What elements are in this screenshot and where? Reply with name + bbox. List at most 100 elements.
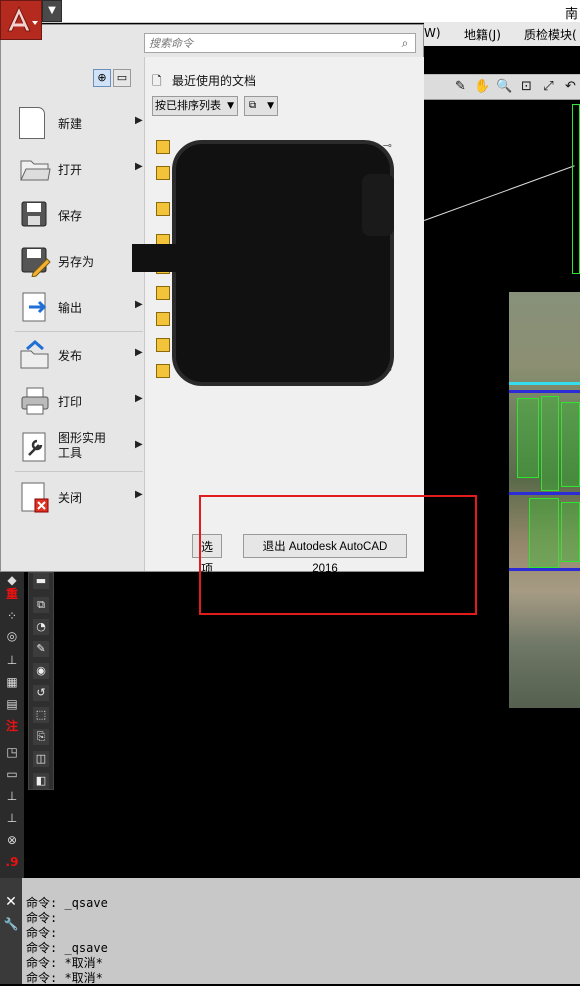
palette-label[interactable]: 重: [3, 586, 21, 602]
menu-item-publish[interactable]: 发布 ▶: [15, 333, 143, 377]
zoom-realtime-icon[interactable]: 🔍: [496, 78, 513, 95]
dwg-file-icon: [156, 140, 170, 154]
menu-bar: W) 地籍(J) 质检模块(: [424, 22, 580, 46]
parcel-outline: [541, 396, 559, 491]
menu-command-list: 新建 ▶ 打开 ▶ 保存 另存为 ▶ 输出: [3, 65, 143, 571]
boundary-line: [509, 492, 580, 495]
redaction-scribble: [132, 244, 182, 272]
quick-access-dropdown[interactable]: ▼: [42, 0, 62, 22]
menu-item-save-as[interactable]: 另存为 ▶: [15, 239, 143, 283]
aerial-image: [509, 292, 580, 708]
arc-tool-icon[interactable]: ↺: [33, 685, 49, 701]
palette-label[interactable]: 注: [3, 718, 21, 734]
chevron-right-icon: ▶: [135, 347, 143, 358]
ruler-tool-icon[interactable]: ⊥: [3, 810, 21, 826]
boundary-line: [509, 568, 580, 571]
parcel-outline: [517, 398, 539, 478]
menu-item-drawing-utilities[interactable]: 图形实用 工具 ▶: [15, 425, 143, 469]
sort-order-dropdown[interactable]: 按已排序列表 ▼: [152, 96, 238, 116]
snap-tool-icon[interactable]: ⁘: [3, 608, 21, 624]
erase-tool-icon[interactable]: ◧: [33, 773, 49, 789]
pencil-tool-icon[interactable]: ✎: [33, 641, 49, 657]
road-line: [509, 382, 580, 385]
menu-item-save[interactable]: 保存: [15, 193, 143, 237]
application-button[interactable]: [0, 0, 42, 40]
chevron-right-icon: ▶: [135, 439, 143, 450]
menu-divider: [15, 331, 143, 332]
scale-tool-icon[interactable]: ◫: [33, 751, 49, 767]
drawing-utilities-icon: [19, 431, 51, 463]
palette-label[interactable]: .9: [3, 854, 21, 870]
rectangle-tool-icon[interactable]: ▭: [3, 766, 21, 782]
new-document-icon: [19, 107, 51, 139]
zoom-window-icon[interactable]: ⊡: [518, 78, 535, 95]
layer-tool-icon[interactable]: ⧉: [33, 597, 49, 613]
chevron-right-icon: ▶: [135, 393, 143, 404]
grid-tool-icon[interactable]: ▦: [3, 674, 21, 690]
menu-item-open[interactable]: 打开 ▶: [15, 147, 143, 191]
boundary-line: [509, 390, 580, 393]
copy-tool-icon[interactable]: ⎘: [33, 729, 49, 745]
menu-item-export[interactable]: 输出 ▶: [15, 285, 143, 329]
search-icon[interactable]: ⌕: [398, 36, 412, 50]
chevron-right-icon: ▶: [135, 299, 143, 310]
select-tool-icon[interactable]: ⬚: [33, 707, 49, 723]
chevron-down-icon: ▼: [48, 5, 56, 16]
menu-item-window[interactable]: W): [424, 26, 441, 40]
menu-item-print[interactable]: 打印 ▶: [15, 379, 143, 423]
chevron-right-icon: ▶: [135, 161, 143, 172]
search-input[interactable]: [145, 34, 398, 52]
circle-tool-icon[interactable]: ◉: [33, 663, 49, 679]
shape-tool-icon[interactable]: ◔: [33, 619, 49, 635]
export-icon: [19, 291, 51, 323]
tool-palette-modify: ▬ ⧉ ◔ ✎ ◉ ↺ ⬚ ⎘ ◫ ◧: [28, 572, 54, 790]
icon-size-dropdown[interactable]: ⧉ ▼: [244, 96, 278, 116]
redaction-scribble: [172, 140, 394, 386]
pan-hand-icon[interactable]: ✋: [474, 78, 491, 95]
drawing-line: [424, 165, 575, 221]
chevron-down-icon: ▼: [227, 101, 234, 111]
dimension-tool-icon[interactable]: ⊥: [3, 652, 21, 668]
icon-size-icon: ⧉: [249, 100, 257, 111]
parcel-outline: [561, 402, 580, 487]
zoom-previous-icon[interactable]: ↶: [562, 78, 579, 95]
dwg-file-icon: [156, 166, 170, 180]
redaction-scribble: [362, 174, 394, 236]
parcel-outline: [529, 498, 559, 568]
highlight-annotation-box: [199, 495, 477, 615]
zoom-extents-icon[interactable]: ⤢: [540, 78, 557, 95]
open-folder-icon: [19, 153, 51, 185]
chevron-right-icon: ▶: [135, 115, 143, 126]
command-history-line: 命令: _qsave: [26, 941, 108, 955]
publish-icon: [19, 339, 51, 371]
recent-documents-icon: 🗋: [152, 74, 162, 88]
dwg-file-icon: [156, 364, 170, 378]
tool-palette-left: ◆ 重 ⁘ ◎ ⊥ ▦ ▤ 注 ◳ ▭ ⊥ ⊥ ⊗ .9: [0, 572, 24, 878]
shape-tool-icon[interactable]: ◳: [3, 744, 21, 760]
pencil-icon[interactable]: ✎: [452, 78, 469, 95]
command-history-line: 命令: _qsave: [26, 896, 108, 910]
print-icon: [19, 385, 51, 417]
menu-item-close[interactable]: 关闭 ▶: [15, 475, 143, 519]
dwg-file-icon: [156, 286, 170, 300]
save-icon: [19, 199, 51, 231]
ruler-tool-icon[interactable]: ⊥: [3, 788, 21, 804]
menu-divider: [15, 471, 143, 472]
stretch-tool-icon[interactable]: ▬: [33, 573, 49, 589]
menu-item-quality-check[interactable]: 质检模块(: [524, 26, 577, 43]
wrench-icon[interactable]: 🔧: [3, 916, 19, 932]
close-icon[interactable]: ✕: [3, 894, 19, 910]
label-tool-icon[interactable]: ⊗: [3, 832, 21, 848]
menu-item-new[interactable]: 新建 ▶: [15, 101, 143, 145]
search-box: ⌕: [144, 33, 416, 53]
command-history-line: 命令:: [26, 911, 58, 925]
table-tool-icon[interactable]: ▤: [3, 696, 21, 712]
chevron-down-icon: ▼: [267, 101, 274, 111]
view-toolbar: ✎ ✋ 🔍 ⊡ ⤢ ↶: [424, 74, 580, 100]
menu-item-cadastre[interactable]: 地籍(J): [464, 26, 501, 43]
parcel-outline: [572, 104, 580, 274]
chevron-right-icon: ▶: [135, 489, 143, 500]
recent-documents-title: 最近使用的文档: [172, 74, 257, 88]
camera-tool-icon[interactable]: ◎: [3, 628, 21, 644]
autocad-logo-icon: [7, 5, 38, 32]
